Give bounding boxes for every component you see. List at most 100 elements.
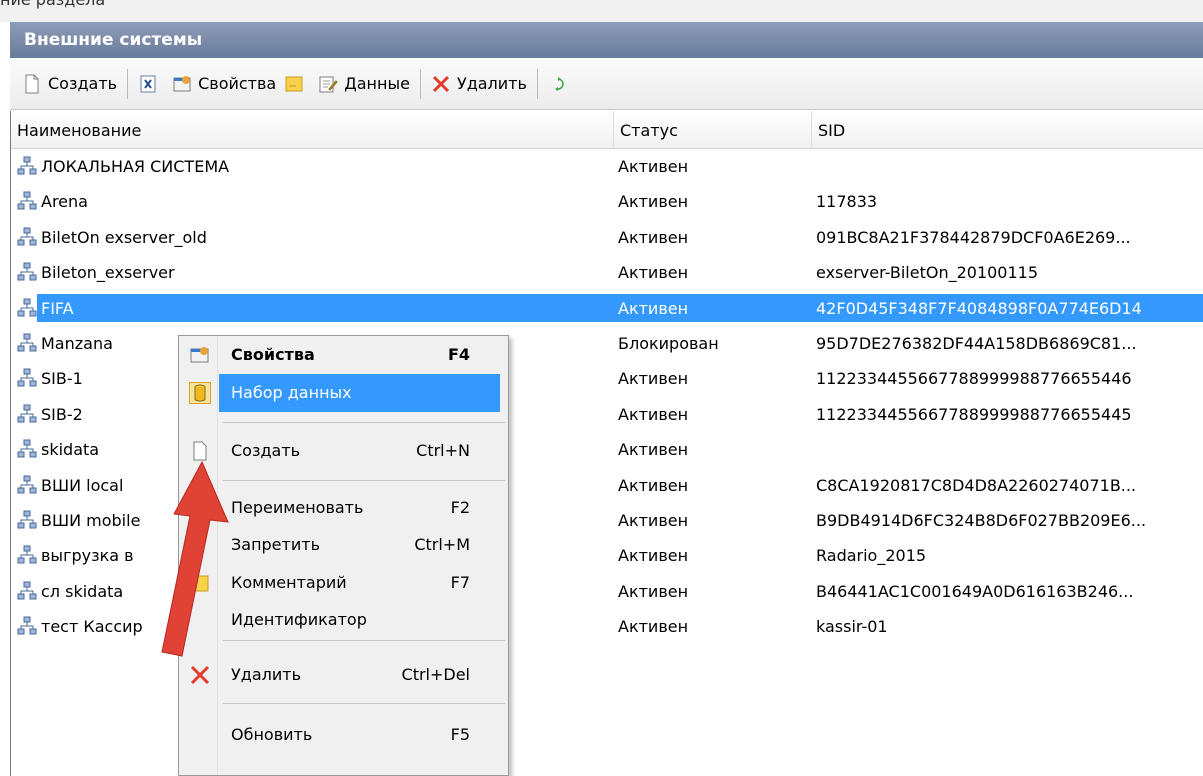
menu-item-forbid-label: Запретить <box>231 535 320 554</box>
menu-item-properties[interactable]: Свойства F4 <box>179 336 508 374</box>
row-name: Arena <box>41 192 88 212</box>
menu-item-identifier-label: Идентификатор <box>231 610 367 629</box>
new-document-icon <box>189 440 211 462</box>
menu-item-forbid-shortcut: Ctrl+M <box>414 535 470 554</box>
column-header-status[interactable]: Статус <box>614 111 812 149</box>
toolbar-separator <box>536 68 538 99</box>
menu-item-dataset[interactable]: Набор данных <box>219 374 500 412</box>
menu-item-properties-shortcut: F4 <box>447 345 470 364</box>
table-row[interactable]: BiletOn exserver_old Активен 091BC8A21F378… <box>11 220 1203 255</box>
network-system-icon <box>17 191 37 211</box>
note-icon <box>284 74 304 94</box>
table-row[interactable]: Bileton_exserver Активен exserver-BiletOn_… <box>11 255 1203 290</box>
dataset-icon-cell <box>179 374 219 412</box>
row-name: Bileton_exserver <box>41 263 175 283</box>
menu-item-delete[interactable]: Удалить Ctrl+Del <box>179 656 508 694</box>
menu-item-create[interactable]: Создать Ctrl+N <box>179 432 508 470</box>
data-button[interactable]: Данные <box>314 67 414 101</box>
column-header-name[interactable]: Наименование <box>11 111 614 149</box>
network-system-icon <box>17 545 37 565</box>
properties-button-label: Свойства <box>198 74 277 93</box>
menu-item-refresh[interactable]: Обновить F5 <box>179 716 508 754</box>
menu-item-comment[interactable]: Комментарий F7 <box>179 564 508 602</box>
row-name: BiletOn exserver_old <box>41 227 207 247</box>
row-sid: 95D7DE276382DF44A158DB6869C81... <box>816 333 1137 353</box>
menu-separator <box>223 703 505 704</box>
network-system-icon <box>17 227 37 247</box>
menu-item-comment-label: Комментарий <box>231 573 347 592</box>
network-system-icon <box>17 439 37 459</box>
menu-item-properties-label: Свойства <box>231 345 315 364</box>
row-sid: Radario_2015 <box>816 546 927 566</box>
row-status: Активен <box>618 157 689 176</box>
table-row[interactable]: Arena Активен 117833 <box>11 184 1203 219</box>
refresh-icon <box>548 74 568 94</box>
refresh-button[interactable] <box>544 67 578 101</box>
toolbar: Создать Свойства Данные Удалить <box>10 58 1203 110</box>
properties-icon <box>189 344 211 366</box>
row-sid: 1122334455667788999988776655445 <box>816 404 1132 424</box>
row-status: Активен <box>618 617 689 637</box>
menu-item-refresh-shortcut: F5 <box>450 725 470 744</box>
row-status: Блокирован <box>618 333 719 353</box>
comment-button[interactable] <box>280 67 314 101</box>
row-status: Активен <box>618 475 689 495</box>
row-name: ЛОКАЛЬНАЯ СИСТЕМА <box>41 157 230 176</box>
row-status: Активен <box>618 192 689 212</box>
row-sid: 091BC8A21F378442879DCF0A6E269... <box>816 227 1131 247</box>
note-icon <box>189 572 211 594</box>
menu-item-rename[interactable]: Переименовать F2 <box>179 489 508 527</box>
table-row[interactable]: FIFA Активен 42F0D45F348F7F4084898F0A774E6… <box>11 291 1203 326</box>
row-status: Активен <box>618 227 689 247</box>
menu-item-comment-shortcut: F7 <box>450 573 470 592</box>
table-row[interactable]: ЛОКАЛЬНАЯ СИСТЕМА Активен <box>11 149 1203 184</box>
row-sid: B46441AC1C001649A0D616163B246... <box>816 581 1134 601</box>
menu-separator <box>223 640 505 641</box>
database-icon <box>189 382 211 404</box>
row-sid: 117833 <box>816 192 878 212</box>
network-system-icon <box>17 298 37 318</box>
row-status: Активен <box>618 263 689 283</box>
row-sid: B9DB4914D6FC324B8D6F027BB209E6... <box>816 510 1147 530</box>
row-sid: kassir-01 <box>816 617 888 637</box>
network-system-icon <box>17 581 37 601</box>
row-status: Активен <box>618 581 689 601</box>
menu-item-forbid[interactable]: Запретить Ctrl+M <box>179 526 508 564</box>
create-button-label: Создать <box>48 74 118 93</box>
excel-export-button[interactable] <box>134 67 168 101</box>
menu-item-refresh-label: Обновить <box>231 725 313 744</box>
menu-separator <box>223 422 505 423</box>
edit-data-icon <box>318 74 338 94</box>
network-system-icon <box>17 368 37 388</box>
network-system-icon <box>17 475 37 495</box>
row-status: Активен <box>618 510 689 530</box>
data-button-label: Данные <box>344 74 410 93</box>
top-clipped-strip: ние раздела <box>0 0 1203 22</box>
delete-x-icon <box>189 664 211 686</box>
menu-item-identifier[interactable]: Идентификатор <box>179 601 508 639</box>
delete-button-label: Удалить <box>456 74 527 93</box>
delete-button[interactable]: Удалить <box>427 67 531 101</box>
column-header-sid[interactable]: SID <box>812 111 1203 149</box>
menu-separator <box>223 480 505 481</box>
toolbar-separator <box>127 68 129 99</box>
row-status: Активен <box>618 298 689 318</box>
menu-item-dataset-label: Набор данных <box>231 383 352 402</box>
properties-button[interactable]: Свойства <box>168 67 280 101</box>
menu-item-delete-shortcut: Ctrl+Del <box>401 665 470 684</box>
new-document-icon <box>22 74 42 94</box>
network-system-icon <box>17 262 37 282</box>
menu-item-rename-shortcut: F2 <box>450 498 470 517</box>
menu-item-delete-label: Удалить <box>231 665 301 684</box>
row-status: Активен <box>618 440 689 460</box>
top-clipped-text: ние раздела <box>0 0 105 9</box>
toolbar-separator <box>419 68 421 99</box>
row-sid: exserver-BiletOn_20100115 <box>816 263 1039 283</box>
list-header: Наименование Статус SID <box>11 111 1203 149</box>
create-button[interactable]: Создать <box>18 67 121 101</box>
context-menu: Свойства F4 Набор данных Создать Ctrl+N … <box>178 335 509 776</box>
row-sid: 42F0D45F348F7F4084898F0A774E6D14 <box>816 298 1142 318</box>
row-sid: C8CA1920817C8D4D8A2260274071B... <box>816 475 1137 495</box>
delete-x-icon <box>431 74 451 94</box>
row-status: Активен <box>618 404 689 424</box>
